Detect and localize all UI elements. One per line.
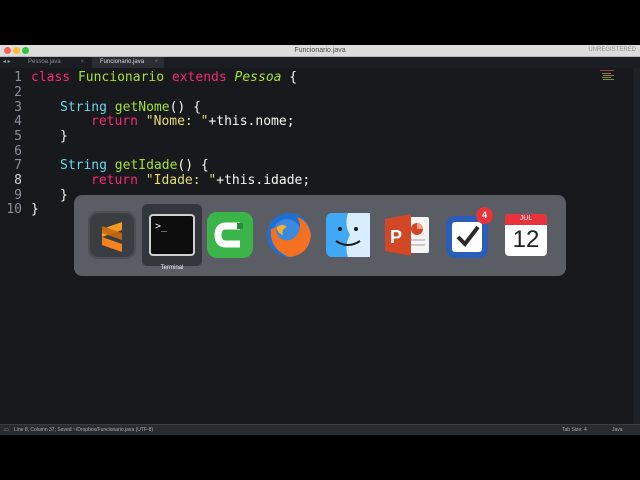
tab-bar: ◂ ▸ Pessoa.java × Funcionario.java × bbox=[0, 57, 640, 68]
keyword: class bbox=[31, 70, 78, 85]
line-number: 1 bbox=[14, 70, 22, 85]
line-number: 10 bbox=[6, 202, 22, 217]
code-line-8: return "Idade: "+this.idade; bbox=[91, 173, 310, 188]
code-line-5: } bbox=[60, 129, 68, 144]
finder-icon bbox=[326, 213, 370, 257]
firefox-icon bbox=[267, 213, 311, 257]
keyword: return bbox=[91, 114, 146, 129]
syntax-selector[interactable]: Java bbox=[612, 425, 623, 435]
type: String bbox=[60, 100, 115, 115]
line-number: 3 bbox=[14, 100, 22, 115]
code-line-10: } bbox=[31, 202, 39, 217]
line-number-current: 8 bbox=[14, 173, 22, 188]
code-text: } bbox=[31, 202, 39, 217]
close-tab-icon[interactable]: × bbox=[154, 57, 158, 68]
line-number: 9 bbox=[14, 188, 22, 203]
tab-nav-arrows[interactable]: ◂ ▸ bbox=[3, 57, 11, 68]
code-text: +this.idade; bbox=[216, 173, 311, 188]
terminal-icon: >_ bbox=[149, 214, 195, 256]
string-literal: "Idade: " bbox=[145, 173, 217, 188]
method-name: getNome bbox=[114, 100, 170, 115]
code-line-7: String getIdade() { bbox=[60, 158, 209, 173]
tab-label: Funcionario.java bbox=[100, 59, 145, 65]
notification-badge: 4 bbox=[476, 207, 493, 224]
class-name: Funcionario bbox=[77, 70, 172, 85]
svg-text:>_: >_ bbox=[155, 221, 168, 232]
tab-funcionario-java[interactable]: Funcionario.java × bbox=[92, 57, 164, 68]
svg-text:P: P bbox=[390, 227, 402, 247]
code-line-9: } bbox=[60, 188, 68, 203]
app-powerpoint[interactable]: P bbox=[381, 209, 433, 261]
keyword: return bbox=[91, 173, 146, 188]
line-number: 5 bbox=[14, 129, 22, 144]
minimap[interactable] bbox=[600, 70, 616, 80]
line-number: 7 bbox=[14, 158, 22, 173]
code-text: () { bbox=[169, 100, 201, 115]
calendar-day: 12 bbox=[512, 226, 540, 253]
close-tab-icon[interactable]: × bbox=[80, 57, 84, 68]
app-sublime-text[interactable] bbox=[86, 209, 138, 261]
line-number: 6 bbox=[14, 144, 22, 159]
sublime-text-icon bbox=[88, 211, 136, 259]
code-line-3: String getNome() { bbox=[60, 100, 201, 115]
string-literal: "Nome: " bbox=[145, 114, 209, 129]
camtasia-icon bbox=[207, 212, 253, 258]
superclass-name: Pessoa bbox=[234, 70, 282, 85]
app-things[interactable]: 4 bbox=[441, 207, 493, 261]
panel-toggle-icon[interactable]: ▭ bbox=[4, 425, 9, 435]
app-camtasia[interactable] bbox=[204, 209, 256, 261]
app-firefox[interactable] bbox=[263, 209, 315, 261]
selected-app-label: Terminal bbox=[160, 265, 184, 271]
tab-label: Pessoa.java bbox=[28, 59, 61, 65]
calendar-month: JUL bbox=[519, 215, 533, 222]
line-number: 4 bbox=[14, 114, 22, 129]
app-terminal[interactable]: >_ bbox=[146, 209, 198, 261]
code-text: { bbox=[281, 70, 298, 85]
line-number: 2 bbox=[14, 85, 22, 100]
tab-size-selector[interactable]: Tab Size: 4 bbox=[562, 425, 587, 435]
code-text: () { bbox=[177, 158, 209, 173]
app-switcher: >_ Terminal P 4 JUL 12 bbox=[74, 195, 566, 276]
vertical-scrollbar[interactable] bbox=[633, 68, 640, 424]
tab-pessoa-java[interactable]: Pessoa.java × bbox=[20, 57, 90, 68]
powerpoint-icon: P bbox=[385, 214, 429, 256]
code-text: } bbox=[60, 188, 68, 203]
keyword: extends bbox=[171, 70, 235, 85]
code-text: +this.nome; bbox=[208, 114, 295, 129]
unregistered-label: UNREGISTERED bbox=[588, 47, 636, 53]
status-bar: ▭ Line 8, Column 37; Saved ~/Dropbox/Fun… bbox=[0, 424, 640, 435]
window-titlebar: Funcionario.java UNREGISTERED bbox=[0, 45, 640, 57]
status-text: Line 8, Column 37; Saved ~/Dropbox/Funci… bbox=[14, 427, 154, 433]
app-calendar[interactable]: JUL 12 bbox=[500, 209, 552, 261]
type: String bbox=[60, 158, 115, 173]
window-title: Funcionario.java bbox=[294, 47, 346, 54]
app-finder[interactable] bbox=[322, 209, 374, 261]
code-line-1: class Funcionario extends Pessoa { bbox=[31, 70, 297, 85]
method-name: getIdade bbox=[114, 158, 178, 173]
code-text: } bbox=[60, 129, 68, 144]
code-line-4: return "Nome: "+this.nome; bbox=[91, 114, 295, 129]
